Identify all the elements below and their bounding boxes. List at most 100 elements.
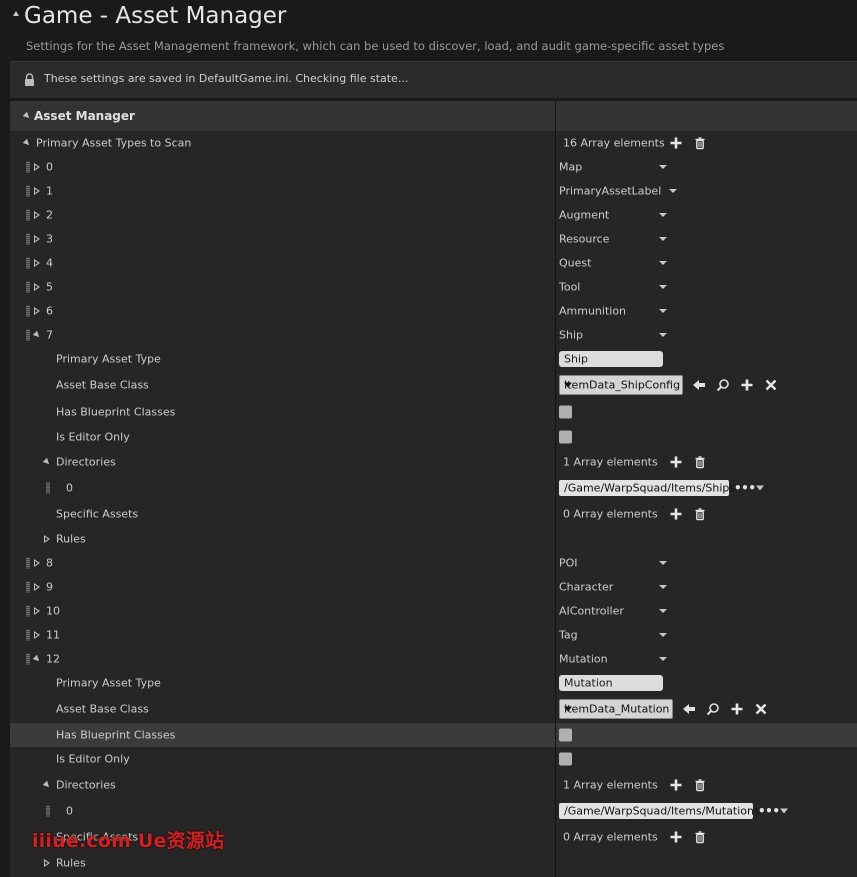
asset-type-combo[interactable]: Map [559, 159, 667, 175]
drag-handle-icon[interactable] [26, 329, 30, 341]
class-value: ItemData_Mutation [564, 702, 670, 716]
class-picker[interactable]: ItemData_ShipConfig [559, 375, 683, 395]
has-blueprint-classes-row: Has Blueprint Classes [10, 723, 857, 747]
chevron-down-icon[interactable] [756, 485, 764, 491]
trash-icon[interactable] [693, 778, 707, 792]
expand-arrow-icon[interactable] [42, 780, 52, 790]
drag-handle-icon[interactable] [26, 209, 30, 221]
asset-type-combo[interactable]: AIController [559, 603, 667, 619]
is-editor-only-checkbox[interactable] [559, 430, 572, 443]
chevron-down-icon [669, 189, 677, 193]
drag-handle-icon[interactable] [26, 653, 30, 665]
asset-type-combo[interactable]: Ammunition [559, 303, 667, 319]
trash-icon[interactable] [693, 455, 707, 469]
drag-handle-icon[interactable] [26, 185, 30, 197]
drag-handle-icon[interactable] [26, 629, 30, 641]
arrow-left-icon[interactable] [692, 378, 706, 392]
directories-row: Directories 1 Array elements [10, 449, 857, 475]
magnifier-icon[interactable] [706, 702, 720, 716]
collapsed-arrow-icon[interactable] [34, 583, 40, 591]
combo-value: Ship [559, 328, 583, 342]
item-index: 5 [46, 280, 53, 294]
x-icon[interactable] [754, 702, 768, 716]
has-blueprint-classes-checkbox[interactable] [559, 728, 572, 742]
chevron-down-icon[interactable] [780, 808, 788, 814]
plus-icon[interactable] [669, 778, 683, 792]
column-splitter[interactable] [555, 101, 556, 877]
arrow-left-icon[interactable] [682, 702, 696, 716]
chevron-down-icon [659, 585, 667, 589]
expand-arrow-icon[interactable] [32, 654, 42, 664]
expand-arrow-icon[interactable] [42, 457, 52, 467]
drag-handle-icon[interactable] [26, 161, 30, 173]
expand-arrow-icon[interactable] [22, 138, 32, 148]
collapsed-arrow-icon[interactable] [34, 211, 40, 219]
collapse-header-icon[interactable] [13, 11, 19, 16]
primary-asset-type-input[interactable]: Ship [559, 351, 663, 367]
chevron-down-icon [659, 213, 667, 217]
collapsed-arrow-icon[interactable] [34, 559, 40, 567]
property-label: Asset Base Class [56, 702, 149, 716]
collapsed-arrow-icon[interactable] [44, 859, 50, 867]
is-editor-only-checkbox[interactable] [559, 752, 572, 766]
asset-type-combo[interactable]: Ship [559, 327, 667, 343]
asset-type-combo[interactable]: Tag [559, 627, 667, 643]
property-label: Has Blueprint Classes [56, 405, 176, 418]
drag-handle-icon[interactable] [26, 305, 30, 317]
asset-type-combo[interactable]: PrimaryAssetLabel [559, 183, 677, 199]
plus-icon[interactable] [730, 702, 744, 716]
trash-icon[interactable] [693, 507, 707, 521]
drag-handle-icon[interactable] [46, 482, 50, 494]
drag-handle-icon[interactable] [26, 557, 30, 569]
collapsed-arrow-icon[interactable] [34, 307, 40, 315]
collapsed-arrow-icon[interactable] [34, 283, 40, 291]
asset-type-combo[interactable]: Augment [559, 207, 667, 223]
asset-type-combo[interactable]: Tool [559, 279, 667, 295]
drag-handle-icon[interactable] [26, 605, 30, 617]
drag-handle-icon[interactable] [26, 281, 30, 293]
asset-type-combo[interactable]: Quest [559, 255, 667, 271]
magnifier-icon[interactable] [716, 378, 730, 392]
drag-handle-icon[interactable] [46, 805, 50, 817]
class-picker[interactable]: ItemData_Mutation [559, 699, 673, 719]
asset-type-combo[interactable]: POI [559, 555, 667, 571]
rules-row: Rules [10, 527, 857, 551]
collapsed-arrow-icon[interactable] [34, 607, 40, 615]
collapsed-arrow-icon[interactable] [34, 163, 40, 171]
trash-icon[interactable] [693, 830, 707, 844]
has-blueprint-classes-checkbox[interactable] [559, 405, 572, 418]
asset-type-combo[interactable]: Mutation [559, 651, 667, 667]
plus-icon[interactable] [669, 830, 683, 844]
collapsed-arrow-icon[interactable] [44, 535, 50, 543]
asset-base-class-row: Asset Base Class ItemData_Mutation [10, 695, 857, 723]
plus-icon[interactable] [669, 455, 683, 469]
plus-icon[interactable] [669, 507, 683, 521]
asset-type-combo[interactable]: Resource [559, 231, 667, 247]
is-editor-only-row: Is Editor Only [10, 747, 857, 771]
x-icon[interactable] [764, 378, 778, 392]
combo-value: Character [559, 580, 614, 594]
ellipsis-icon[interactable]: ••• [758, 804, 780, 818]
collapsed-arrow-icon[interactable] [34, 187, 40, 195]
directory-path-input[interactable]: /Game/WarpSquad/Items/Mutations [559, 803, 760, 819]
asset-type-combo[interactable]: Character [559, 579, 667, 595]
primary-asset-type-input[interactable]: Mutation [559, 675, 663, 691]
drag-handle-icon[interactable] [26, 233, 30, 245]
section-asset-manager[interactable]: Asset Manager [10, 101, 857, 131]
collapsed-arrow-icon[interactable] [34, 259, 40, 267]
property-label: Directories [56, 778, 116, 792]
drag-handle-icon[interactable] [26, 257, 30, 269]
collapsed-arrow-icon[interactable] [34, 631, 40, 639]
drag-handle-icon[interactable] [26, 581, 30, 593]
trash-icon[interactable] [693, 136, 707, 150]
expand-arrow-icon[interactable] [22, 111, 32, 121]
directory-item: 0 /Game/WarpSquad/Items/Mutations ••• [10, 799, 857, 823]
collapsed-arrow-icon[interactable] [34, 235, 40, 243]
expand-arrow-icon[interactable] [32, 330, 42, 340]
ellipsis-icon[interactable]: ••• [734, 481, 756, 495]
item-index: 11 [46, 628, 60, 642]
plus-icon[interactable] [740, 378, 754, 392]
plus-icon[interactable] [669, 136, 683, 150]
list-item: 4 Quest [10, 251, 857, 275]
directory-path-input[interactable]: /Game/WarpSquad/Items/Ships [559, 480, 735, 496]
